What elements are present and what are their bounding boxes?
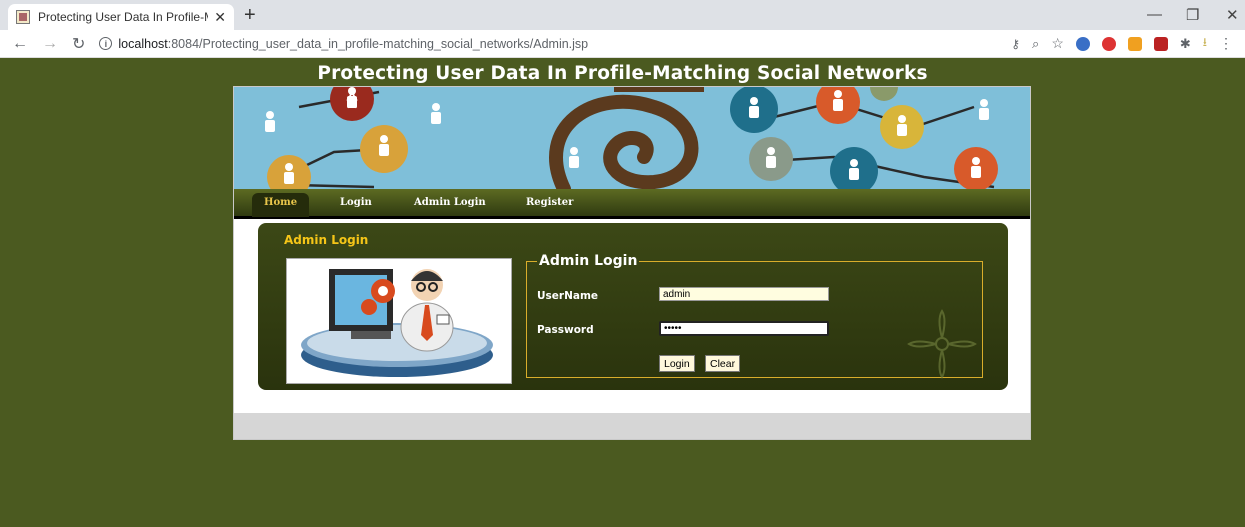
main-nav: Home Login Admin Login Register: [234, 189, 1030, 219]
username-label: UserName: [537, 290, 599, 302]
header-banner-image: 🯅: [234, 87, 1030, 189]
password-label: Password: [537, 324, 594, 336]
url-path: :8084/Protecting_user_data_in_profile-ma…: [167, 36, 589, 51]
site-footer: [234, 413, 1030, 439]
password-input[interactable]: [659, 321, 829, 336]
admin-illustration-image: [286, 258, 512, 384]
extension-icons: ⚷ ⌕ ☆ ✱ ⭳ ⋮: [1011, 33, 1233, 54]
nav-login[interactable]: Login: [340, 197, 372, 208]
site-title: Protecting User Data In Profile-Matching…: [317, 63, 928, 84]
admin-login-form: Admin Login UserName Password Login Clea…: [526, 253, 983, 379]
reload-icon[interactable]: ↻: [72, 34, 85, 54]
zoom-icon[interactable]: ⌕: [1032, 36, 1039, 52]
decorative-flower-icon: [907, 309, 977, 379]
extension-shield-icon[interactable]: [1075, 36, 1090, 51]
forward-icon[interactable]: →: [42, 35, 58, 53]
tab-title: Protecting User Data In Profile-M: [38, 10, 209, 24]
extension-tool-icon[interactable]: [1127, 36, 1142, 51]
extensions-puzzle-icon[interactable]: ✱: [1180, 36, 1191, 52]
browser-tab[interactable]: Protecting User Data In Profile-M ✕: [8, 4, 234, 30]
download-icon[interactable]: ⭳: [1203, 33, 1207, 54]
page-body: Protecting User Data In Profile-Matching…: [0, 58, 1245, 527]
url-host: localhost: [118, 36, 168, 51]
bookmark-star-icon[interactable]: ☆: [1051, 35, 1064, 52]
menu-dots-icon[interactable]: ⋮: [1219, 35, 1233, 52]
close-tab-icon[interactable]: ✕: [214, 9, 226, 26]
browser-toolbar: ← → ↻ i localhost:8084/Protecting_user_d…: [0, 30, 1245, 58]
address-bar[interactable]: i localhost:8084/Protecting_user_data_in…: [99, 33, 1011, 55]
site-info-icon[interactable]: i: [99, 37, 113, 50]
close-window-icon[interactable]: ✕: [1226, 6, 1239, 24]
panel-heading: Admin Login: [284, 233, 369, 247]
form-legend: Admin Login: [539, 253, 638, 269]
browser-tabbar: Protecting User Data In Profile-M ✕ + — …: [0, 0, 1245, 30]
new-tab-icon[interactable]: +: [244, 4, 256, 27]
nav-admin-login[interactable]: Admin Login: [414, 197, 486, 208]
adblock-icon[interactable]: [1101, 36, 1116, 51]
restore-icon[interactable]: ❐: [1186, 6, 1199, 24]
minimize-icon[interactable]: —: [1147, 6, 1162, 23]
login-button[interactable]: Login: [659, 355, 695, 372]
username-input[interactable]: [659, 287, 829, 301]
admin-login-panel: Admin Login Admin Login UserName admin P…: [258, 223, 1008, 390]
clear-button[interactable]: Clear: [705, 355, 741, 372]
nav-register[interactable]: Register: [526, 197, 573, 208]
page-favicon-icon: [16, 10, 30, 24]
nav-home[interactable]: Home: [252, 193, 310, 217]
pdf-extension-icon[interactable]: [1153, 36, 1168, 51]
site-container: 🯅 Hom: [233, 86, 1031, 440]
key-icon[interactable]: ⚷: [1011, 37, 1020, 51]
back-icon[interactable]: ←: [12, 35, 28, 53]
